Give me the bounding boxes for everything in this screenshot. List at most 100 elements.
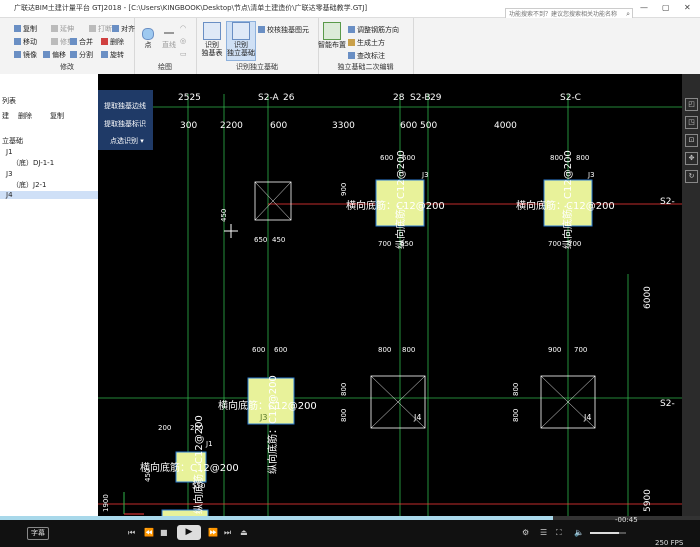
view-3d-icon[interactable]: ◳	[685, 116, 698, 129]
fast-forward-icon[interactable]: ⏩	[208, 528, 218, 537]
circle-icon[interactable]: ◎	[180, 37, 186, 45]
rebar-label: 纵向底筋：C12@200	[394, 150, 407, 249]
copy-button[interactable]: 复制	[14, 24, 37, 34]
minimize-icon[interactable]: —	[640, 3, 648, 12]
merge-button[interactable]: 合并	[70, 37, 93, 47]
tree-item-j2-1[interactable]: （底）J2-1	[12, 180, 47, 190]
panel-title: 列表	[2, 97, 16, 105]
modify-group: 复制 延伸 打断 对齐 移动 修剪 合并 删除 镜像 偏移 分割 旋转 修改	[0, 18, 135, 74]
dimension-label: 500	[420, 121, 437, 131]
fullscreen-icon[interactable]: ⛶	[556, 528, 562, 538]
identify-footing-button[interactable]: 识别 独立基础	[226, 21, 256, 61]
break-button[interactable]: 打断	[89, 24, 112, 34]
progress-fill	[0, 516, 553, 520]
rebar-annotations: 横向底筋：C12@200 横向底筋：C12@200 横向底筋：C12@200 横…	[140, 150, 615, 514]
rect-icon[interactable]: ▭	[180, 50, 187, 58]
check-annotation-button[interactable]: 查改标注	[348, 51, 385, 61]
modify-group-label: 修改	[60, 63, 74, 71]
split-button[interactable]: 分割	[70, 50, 93, 60]
line-draw-button[interactable]: 直线	[160, 22, 178, 49]
dimension-label: 700	[548, 240, 561, 248]
skip-forward-icon[interactable]: ⏭	[224, 528, 231, 538]
volume-fill	[590, 532, 619, 534]
tree-item-dj-1-1[interactable]: （底）DJ-1-1	[12, 158, 54, 168]
dimension-label: 450	[220, 209, 228, 222]
cad-drawing-canvas[interactable]: 2525 S2-A 26 28 S2-B 29 S2-C S2- S2- 300…	[98, 74, 682, 516]
adjust-rebar-direction-button[interactable]: 调整钢筋方向	[348, 25, 399, 35]
axis-label: 29	[430, 93, 442, 103]
copy-component-button[interactable]: 复制	[50, 111, 64, 121]
footing-tag: J4	[413, 413, 421, 422]
dimension-label: 600	[274, 346, 287, 354]
dimension-label: 3300	[332, 121, 355, 131]
dimension-label: 200	[158, 424, 171, 432]
dimension-label: 200	[190, 424, 203, 432]
eject-icon[interactable]: ⏏	[240, 528, 248, 537]
rebar-label: 纵向底筋：C12@200	[561, 150, 574, 249]
axis-label: S2-C	[560, 93, 581, 103]
axis-label: S2-A	[258, 93, 279, 103]
dimension-label: 800	[550, 154, 563, 162]
tree-item-footing[interactable]: 立基础	[2, 136, 23, 146]
dimension-label: 800	[340, 383, 348, 396]
close-icon[interactable]: ✕	[684, 3, 691, 12]
dimension-label: 4000	[494, 121, 517, 131]
rebar-label: 横向底筋：C12@200	[140, 461, 239, 474]
identify-group: 识别 独基表 识别 独立基础 校核独基图元 识别独立基础	[196, 18, 319, 74]
component-list-panel: 列表 建 删除 复制 立基础 J1 （底）DJ-1-1 J3 （底）J2-1 J…	[0, 74, 99, 516]
window-title: 广联达BIM土建计量平台 GTJ2018 - [C:\Users\KINGBOO…	[14, 4, 368, 12]
time-remaining: -00:45	[615, 516, 638, 524]
axis-labels: 2525 S2-A 26 28 S2-B 29 S2-C S2- S2-	[178, 93, 675, 409]
rotate-view-icon[interactable]: ↻	[685, 170, 698, 183]
move-button[interactable]: 移动	[14, 37, 37, 47]
axis-label: 2525	[178, 93, 201, 103]
mirror-button[interactable]: 镜像	[14, 50, 37, 60]
dimension-label: 800	[402, 346, 415, 354]
point-draw-button[interactable]: 点	[138, 22, 158, 49]
volume-icon[interactable]: 🔈	[574, 528, 584, 537]
cad-drawing: 2525 S2-A 26 28 S2-B 29 S2-C S2- S2- 300…	[98, 93, 682, 516]
tree-item-j3[interactable]: J3	[6, 170, 13, 178]
smart-layout-button[interactable]: 智能布置	[318, 22, 346, 49]
view-top-icon[interactable]: ◰	[685, 98, 698, 111]
identify-table-button[interactable]: 识别 独基表	[200, 22, 224, 57]
axis-label: 26	[283, 93, 295, 103]
tree-item-j4[interactable]: J4	[0, 191, 98, 199]
point-identify-button[interactable]: 点选识别 ▾	[110, 136, 144, 146]
dimension-label: 1900	[102, 494, 110, 512]
delete-button[interactable]: 删除	[101, 37, 124, 47]
align-button[interactable]: 对齐	[112, 24, 135, 34]
playlist-icon[interactable]: ☰	[540, 528, 547, 537]
maximize-icon[interactable]: ▢	[662, 3, 670, 12]
extract-footing-edge-button[interactable]: 提取独基边线	[104, 101, 146, 111]
subtitle-button[interactable]: 字幕	[27, 527, 49, 540]
play-icon[interactable]: ▶	[177, 525, 201, 540]
new-button[interactable]: 建	[2, 111, 9, 121]
skip-back-icon[interactable]: ⏮	[128, 528, 135, 538]
identify-group-label: 识别独立基础	[236, 63, 278, 71]
generate-earthwork-button[interactable]: 生成土方	[348, 38, 385, 48]
zoom-icon[interactable]: ⊡	[685, 134, 698, 147]
pan-icon[interactable]: ✥	[685, 152, 698, 165]
dimension-label: 2200	[220, 121, 243, 131]
ribbon-toolbar: 复制 延伸 打断 对齐 移动 修剪 合并 删除 镜像 偏移 分割 旋转 修改 点…	[0, 18, 700, 75]
settings-icon[interactable]: ⚙	[522, 528, 529, 537]
arc-icon[interactable]: ◠	[180, 24, 186, 32]
footing-tag: J3	[259, 413, 267, 422]
footing-tag: J4	[583, 413, 591, 422]
identify-float-panel: 提取独基边线 提取独基标识 点选识别 ▾	[98, 90, 153, 150]
rotate-button[interactable]: 旋转	[101, 50, 124, 60]
dimension-label: 800	[576, 154, 589, 162]
check-footing-button[interactable]: 校核独基图元	[258, 25, 309, 35]
extend-button[interactable]: 延伸	[51, 24, 74, 34]
dimension-label: 650	[254, 236, 267, 244]
rewind-icon[interactable]: ⏪	[144, 528, 154, 537]
stop-icon[interactable]: ■	[160, 528, 168, 537]
extract-footing-label-button[interactable]: 提取独基标识	[104, 119, 146, 129]
right-dimensions: 6000 5900	[643, 286, 653, 512]
crosshair-cursor	[224, 224, 238, 238]
offset-button[interactable]: 偏移	[43, 50, 66, 60]
delete-component-button[interactable]: 删除	[18, 111, 32, 121]
tree-item-j1[interactable]: J1	[6, 148, 13, 156]
dimension-label: 450	[144, 469, 152, 482]
